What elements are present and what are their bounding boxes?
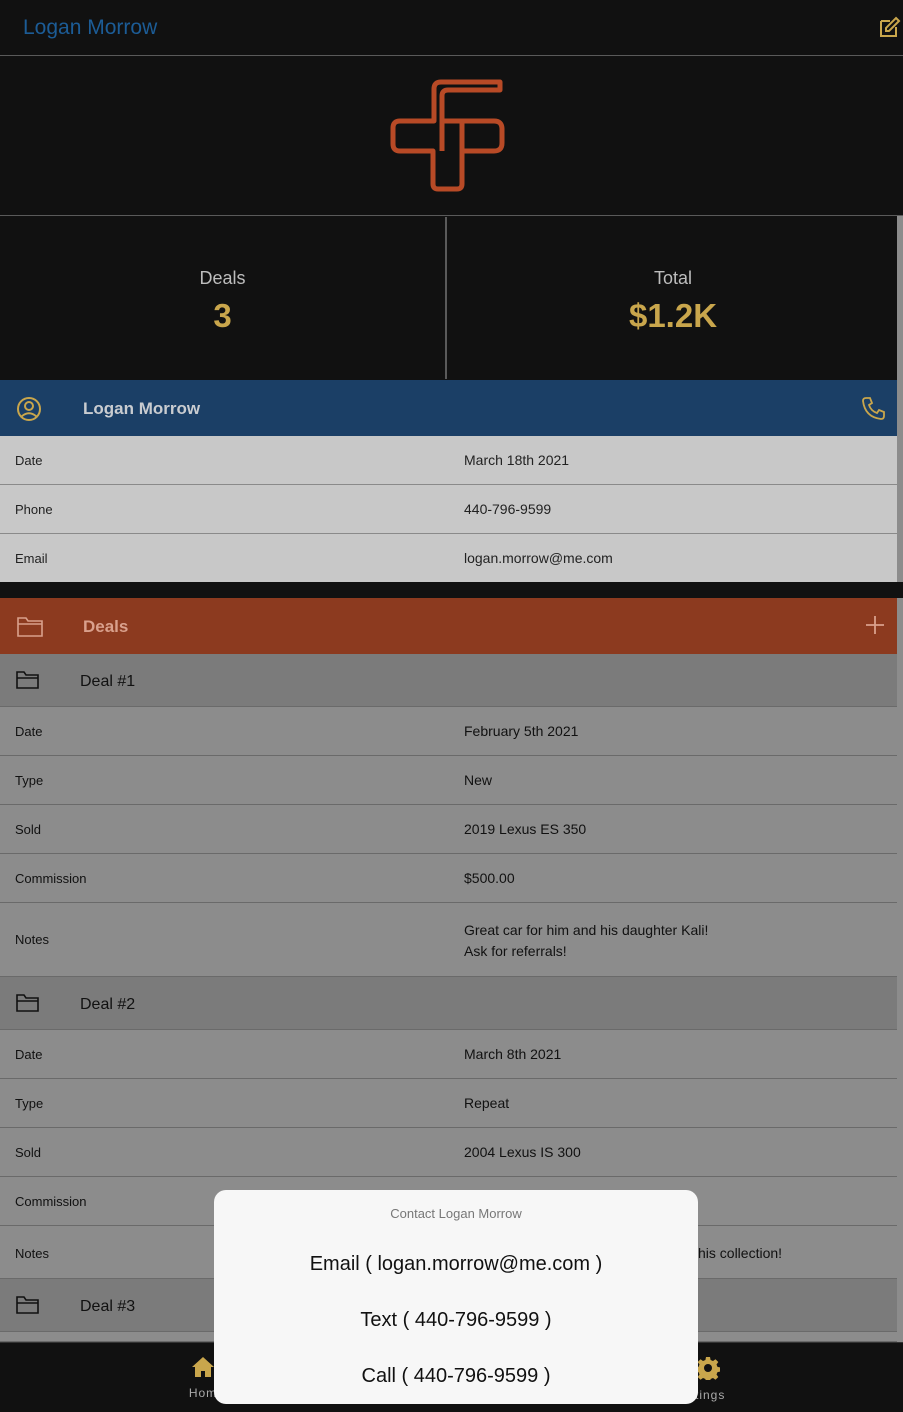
notes-line: Great car for him and his daughter Kali! xyxy=(464,922,709,938)
section-divider xyxy=(0,582,903,598)
row-value: logan.morrow@me.com xyxy=(464,550,613,566)
top-bar: Logan Morrow xyxy=(0,0,903,56)
row-value: $500.00 xyxy=(464,870,515,886)
brand-logo-icon xyxy=(390,79,505,192)
row-key: Phone xyxy=(15,502,53,517)
deal-2-row-date: Date March 8th 2021 xyxy=(0,1030,897,1079)
deal-1-row-date: Date February 5th 2021 xyxy=(0,707,897,756)
row-value: New xyxy=(464,772,493,788)
deal-1-row-commission: Commission $500.00 xyxy=(0,854,897,903)
row-value: Repeat xyxy=(464,1095,510,1111)
text-option[interactable]: Text ( 440-796-9599 ) xyxy=(214,1309,698,1332)
deals-stat-value: 3 xyxy=(213,297,232,334)
row-value: 440-796-9599 xyxy=(464,501,552,517)
call-option[interactable]: Call ( 440-796-9599 ) xyxy=(214,1365,698,1388)
deals-stat: Deals 3 xyxy=(0,217,447,379)
deal-1-row-sold: Sold 2019 Lexus ES 350 xyxy=(0,805,897,854)
contact-name: Logan Morrow xyxy=(83,399,201,418)
row-value: 2004 Lexus IS 300 xyxy=(464,1144,581,1160)
scroll-rail xyxy=(897,216,903,1342)
row-value: Great car for him and his daughter Kali!… xyxy=(464,920,708,962)
row-value: March 8th 2021 xyxy=(464,1046,562,1062)
row-key: Sold xyxy=(15,822,42,837)
deal-1-row-notes: Notes Great car for him and his daughter… xyxy=(0,903,897,977)
folder-open-icon xyxy=(16,1296,39,1314)
contact-row-email[interactable]: Email logan.morrow@me.com xyxy=(0,534,897,583)
deal-title: Deal #1 xyxy=(80,673,136,690)
contact-header: Logan Morrow xyxy=(0,380,897,436)
notes-line: Ask for referrals! xyxy=(464,943,567,959)
row-value: 2019 Lexus ES 350 xyxy=(464,821,587,837)
row-key: Type xyxy=(15,773,44,788)
row-key: Date xyxy=(15,453,43,468)
page-title: Logan Morrow xyxy=(23,16,158,39)
row-key: Date xyxy=(15,724,43,739)
stats-panel: Deals 3 Total $1.2K xyxy=(0,217,897,379)
folder-icon xyxy=(17,617,43,637)
edit-icon[interactable] xyxy=(877,16,901,40)
row-key: Sold xyxy=(15,1145,42,1160)
deals-header: Deals xyxy=(0,598,897,654)
home-icon xyxy=(192,1357,214,1377)
row-key: Notes xyxy=(15,932,49,947)
deal-header-2[interactable]: Deal #2 xyxy=(0,977,897,1030)
row-value: March 18th 2021 xyxy=(464,452,570,468)
deal-title: Deal #3 xyxy=(80,1298,136,1315)
gear-icon xyxy=(695,1357,721,1382)
row-value: February 5th 2021 xyxy=(464,723,579,739)
row-key: Email xyxy=(15,551,48,566)
deal-2-row-sold: Sold 2004 Lexus IS 300 xyxy=(0,1128,897,1177)
row-key: Notes xyxy=(15,1246,49,1261)
deals-title: Deals xyxy=(83,617,129,636)
deal-header-1[interactable]: Deal #1 xyxy=(0,654,897,707)
row-value: his collection! xyxy=(698,1245,783,1261)
total-stat-value: $1.2K xyxy=(628,297,718,334)
email-option[interactable]: Email ( logan.morrow@me.com ) xyxy=(214,1253,698,1276)
deal-2-row-type: Type Repeat xyxy=(0,1079,897,1128)
folder-open-icon xyxy=(16,671,39,689)
action-sheet-title: Contact Logan Morrow xyxy=(390,1206,522,1221)
row-key: Commission xyxy=(15,1194,87,1209)
contact-action-sheet: Contact Logan Morrow Email ( logan.morro… xyxy=(214,1190,698,1404)
deal-title: Deal #2 xyxy=(80,996,136,1013)
total-stat: Total $1.2K xyxy=(449,217,897,379)
deals-stat-label: Deals xyxy=(199,268,246,288)
row-key: Commission xyxy=(15,871,87,886)
logo-area xyxy=(0,57,903,216)
row-key: Date xyxy=(15,1047,43,1062)
folder-open-icon xyxy=(16,994,39,1012)
contact-row-phone[interactable]: Phone 440-796-9599 xyxy=(0,485,897,534)
total-stat-label: Total xyxy=(653,268,693,288)
user-circle-icon xyxy=(17,397,41,421)
contact-row-date: Date March 18th 2021 xyxy=(0,436,897,485)
add-deal-icon[interactable] xyxy=(863,613,887,637)
deal-1-row-type: Type New xyxy=(0,756,897,805)
row-key: Type xyxy=(15,1096,44,1111)
phone-icon[interactable] xyxy=(861,395,887,421)
